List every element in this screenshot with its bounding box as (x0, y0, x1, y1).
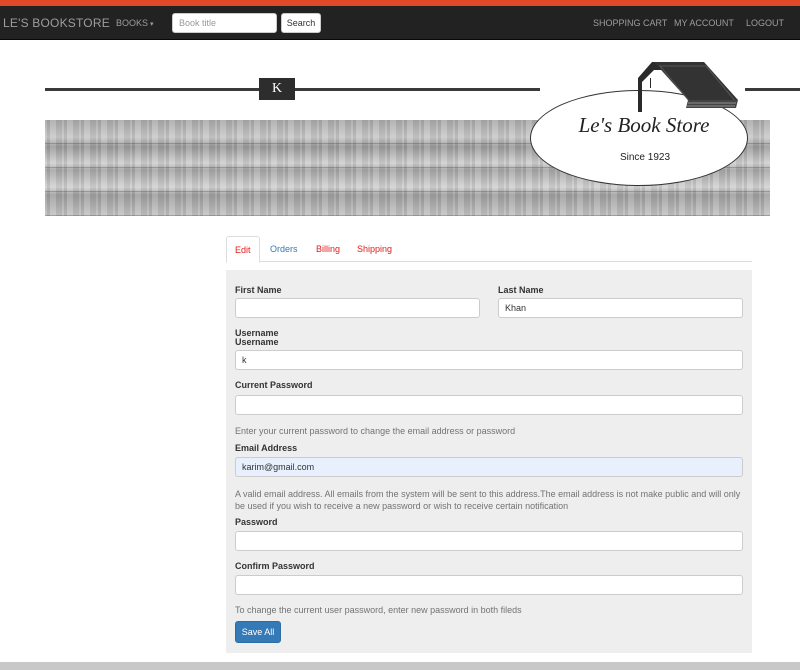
account-tabs: Edit Orders Billing Shipping (226, 236, 752, 263)
logo-title: Le's Book Store (578, 113, 710, 137)
tab-billing[interactable]: Billing (308, 236, 348, 262)
email-label: Email Address (235, 443, 298, 453)
email-field[interactable] (235, 457, 743, 477)
house-books-icon (638, 62, 738, 112)
confirm-password-label: Confirm Password (235, 561, 315, 571)
header-line-right (745, 88, 800, 91)
brand-link[interactable]: LE'S BOOKSTORE (3, 16, 110, 30)
books-dropdown-label: BOOKS (116, 18, 149, 28)
books-dropdown[interactable]: BOOKS ▾ (116, 18, 154, 28)
tab-orders[interactable]: Orders (262, 236, 306, 262)
confirm-password-help: To change the current user password, ent… (235, 605, 522, 615)
search-input[interactable] (172, 13, 277, 33)
tab-shipping[interactable]: Shipping (349, 236, 400, 262)
search-button[interactable]: Search (281, 13, 321, 33)
first-name-field[interactable] (235, 298, 480, 318)
my-account-link[interactable]: MY ACCOUNT (674, 18, 734, 28)
username-label-secondary: Username (235, 337, 279, 347)
footer-bar (0, 662, 800, 670)
username-field[interactable] (235, 350, 743, 370)
header-line-left (45, 88, 259, 91)
tab-edit[interactable]: Edit (226, 236, 260, 263)
confirm-password-field[interactable] (235, 575, 743, 595)
navbar: LE'S BOOKSTORE BOOKS▾ Search SHOPPING CA… (0, 6, 800, 40)
last-name-label: Last Name (498, 285, 544, 295)
last-name-field[interactable] (498, 298, 743, 318)
current-password-help: Enter your current password to change th… (235, 426, 516, 436)
current-password-label: Current Password (235, 380, 313, 390)
first-name-label: First Name (235, 285, 282, 295)
save-all-button[interactable]: Save All (235, 621, 281, 643)
password-label: Password (235, 517, 278, 527)
email-help: A valid email address. All emails from t… (235, 489, 741, 511)
user-initial-badge: K (259, 78, 295, 100)
password-field[interactable] (235, 531, 743, 551)
header-line-middle (295, 88, 540, 91)
current-password-field[interactable] (235, 395, 743, 415)
logout-link[interactable]: LOGOUT (746, 18, 784, 28)
shopping-cart-link[interactable]: SHOPPING CART (593, 18, 667, 28)
logo-subtitle: Since 1923 (619, 152, 671, 163)
caret-down-icon: ▾ (150, 21, 154, 28)
